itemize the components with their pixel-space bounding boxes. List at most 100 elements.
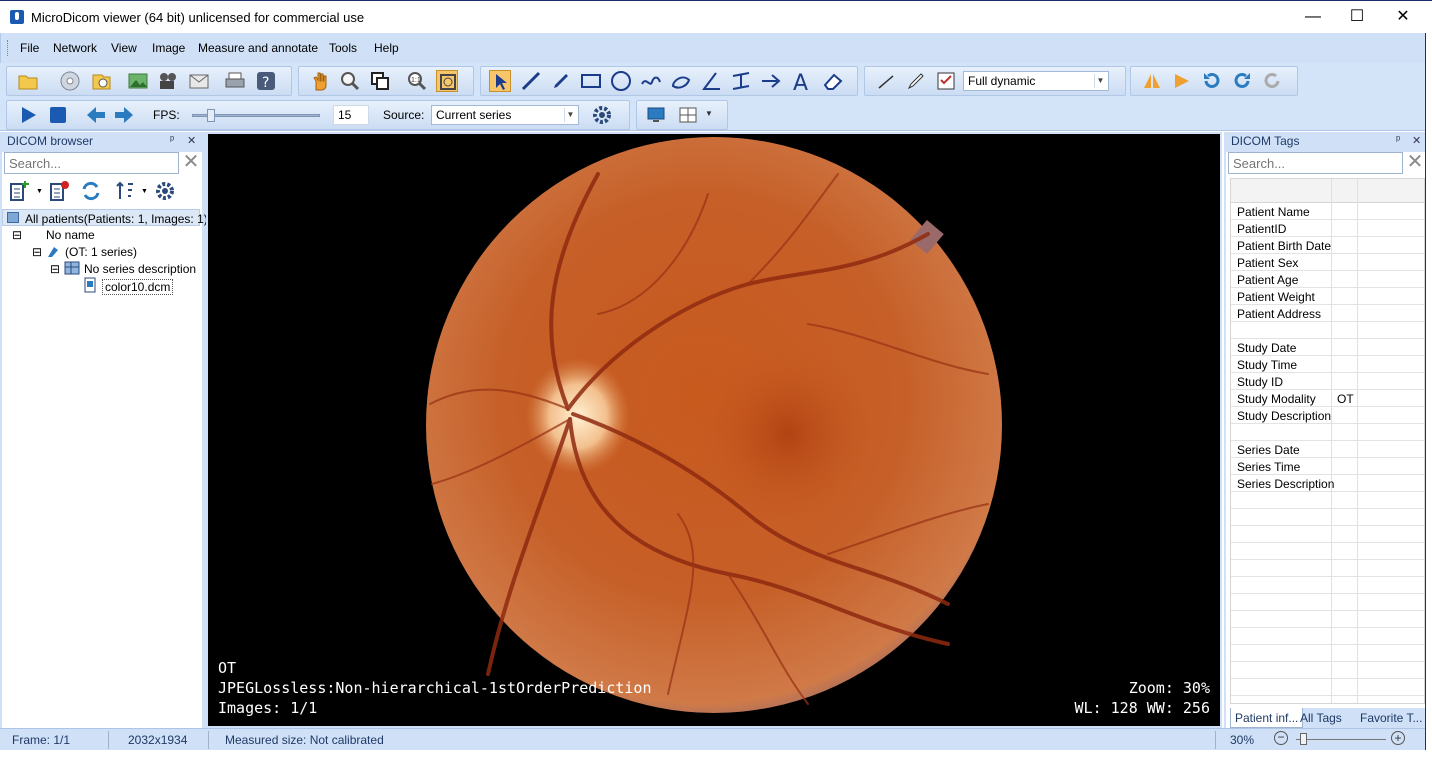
- tag-row[interactable]: Study Date: [1231, 339, 1424, 356]
- layout-grid-icon[interactable]: [677, 104, 699, 126]
- tag-row[interactable]: [1231, 322, 1424, 339]
- source-select[interactable]: Current series ▼: [431, 105, 579, 125]
- arrow-icon[interactable]: [760, 70, 782, 92]
- tree-patient-label[interactable]: No name: [46, 228, 95, 242]
- tag-row[interactable]: [1231, 424, 1424, 441]
- ruler-line-icon[interactable]: [520, 70, 542, 92]
- export-movie-icon[interactable]: [157, 70, 179, 92]
- browse-icon[interactable]: [90, 70, 112, 92]
- close-panel-icon[interactable]: ✕: [1412, 134, 1421, 147]
- flip-vertical-icon[interactable]: [1171, 70, 1193, 92]
- open-folder-icon[interactable]: [17, 70, 39, 92]
- reset-rotation-icon[interactable]: [1261, 70, 1283, 92]
- menu-help[interactable]: Help: [374, 41, 399, 55]
- tab-favorite-tags[interactable]: Favorite T...: [1356, 708, 1426, 728]
- zoom-slider-thumb[interactable]: [1300, 733, 1307, 745]
- zoom-1to1-icon[interactable]: 1:1: [406, 70, 428, 92]
- tree-study-label[interactable]: (OT: 1 series): [65, 245, 137, 259]
- menu-measure-annotate[interactable]: Measure and annotate: [198, 41, 318, 55]
- chevron-down-icon[interactable]: ▼: [36, 188, 43, 195]
- presets-icon[interactable]: [935, 70, 957, 92]
- angle-icon[interactable]: [700, 70, 722, 92]
- sharpen-icon[interactable]: [875, 70, 897, 92]
- tab-patient-info[interactable]: Patient inf...: [1230, 708, 1304, 728]
- text-icon[interactable]: A: [790, 70, 812, 92]
- minimize-button[interactable]: —: [1290, 1, 1336, 33]
- pin-icon[interactable]: ᵖ: [170, 134, 174, 146]
- flip-horizontal-icon[interactable]: [1141, 70, 1163, 92]
- tree-expander-patient[interactable]: ⊟: [12, 228, 22, 242]
- settings-gear-icon[interactable]: [591, 104, 613, 126]
- cd-icon[interactable]: [59, 70, 81, 92]
- print-icon[interactable]: [224, 70, 246, 92]
- freehand-icon[interactable]: [640, 70, 662, 92]
- zoom-out-icon[interactable]: −: [1274, 731, 1288, 745]
- sort-icon[interactable]: [114, 180, 136, 202]
- menu-network[interactable]: Network: [53, 41, 97, 55]
- tab-all-tags[interactable]: All Tags: [1296, 708, 1346, 728]
- pencil-icon[interactable]: [905, 70, 927, 92]
- fps-input[interactable]: 15: [333, 105, 369, 125]
- previous-image-icon[interactable]: [85, 104, 107, 126]
- stop-icon[interactable]: [47, 104, 69, 126]
- zoom-in-icon[interactable]: +: [1391, 731, 1405, 745]
- fit-window-icon[interactable]: [436, 70, 458, 92]
- chevron-down-icon[interactable]: ▼: [705, 109, 713, 118]
- send-email-icon[interactable]: [188, 70, 210, 92]
- menu-image[interactable]: Image: [152, 41, 185, 55]
- export-image-icon[interactable]: [127, 70, 149, 92]
- pin-icon[interactable]: ᵖ: [1396, 134, 1400, 146]
- chevron-down-icon[interactable]: ▼: [141, 188, 148, 195]
- pan-hand-icon[interactable]: [309, 70, 331, 92]
- tag-row[interactable]: Study Description: [1231, 407, 1424, 424]
- zoom-slider[interactable]: [1296, 733, 1386, 745]
- polygon-icon[interactable]: [670, 70, 692, 92]
- tree-expander-series[interactable]: ⊟: [50, 262, 60, 276]
- tags-search-input[interactable]: [1228, 152, 1403, 174]
- tree-root-row[interactable]: All patients(Patients: 1, Images: 1): [2, 209, 208, 226]
- menu-view[interactable]: View: [111, 41, 137, 55]
- tag-row[interactable]: Patient Birth Date: [1231, 237, 1424, 254]
- close-panel-icon[interactable]: ✕: [187, 134, 196, 147]
- fps-slider[interactable]: [192, 109, 320, 122]
- window-level-preset-select[interactable]: Full dynamic ▼: [963, 71, 1109, 91]
- tag-row[interactable]: Patient Sex: [1231, 254, 1424, 271]
- monitor-icon[interactable]: [645, 104, 667, 126]
- add-to-list-icon[interactable]: [8, 180, 30, 202]
- tree-file-label[interactable]: color10.dcm: [102, 279, 174, 295]
- tag-row[interactable]: Series Date: [1231, 441, 1424, 458]
- ellipse-icon[interactable]: [610, 70, 632, 92]
- fps-slider-thumb[interactable]: [207, 109, 215, 122]
- tag-row[interactable]: Series Description: [1231, 475, 1424, 492]
- window-level-icon[interactable]: [369, 70, 391, 92]
- tag-row[interactable]: Patient Weight: [1231, 288, 1424, 305]
- cobb-angle-icon[interactable]: [730, 70, 752, 92]
- menu-file[interactable]: File: [20, 41, 39, 55]
- tag-row[interactable]: Study Modality OT: [1231, 390, 1424, 407]
- tag-row[interactable]: Patient Age: [1231, 271, 1424, 288]
- tree-expander-study[interactable]: ⊟: [32, 245, 42, 259]
- tag-row[interactable]: Patient Address: [1231, 305, 1424, 322]
- rotate-left-icon[interactable]: [1201, 70, 1223, 92]
- rectangle-icon[interactable]: [580, 70, 602, 92]
- rotate-right-icon[interactable]: [1231, 70, 1253, 92]
- tag-row[interactable]: Series Time: [1231, 458, 1424, 475]
- tag-row[interactable]: PatientID: [1231, 220, 1424, 237]
- play-icon[interactable]: [17, 104, 39, 126]
- next-image-icon[interactable]: [113, 104, 135, 126]
- tree-series-label[interactable]: No series description: [84, 262, 196, 276]
- pen-icon[interactable]: [550, 70, 572, 92]
- help-icon[interactable]: ?: [255, 70, 277, 92]
- image-viewport[interactable]: OT JPEGLossless:Non-hierarchical-1stOrde…: [206, 132, 1222, 728]
- eraser-icon[interactable]: [822, 70, 844, 92]
- tag-row[interactable]: Patient Name: [1231, 203, 1424, 220]
- tag-row[interactable]: Study Time: [1231, 356, 1424, 373]
- browser-search-input[interactable]: [4, 152, 179, 174]
- menu-tools[interactable]: Tools: [329, 41, 357, 55]
- close-button[interactable]: ✕: [1380, 1, 1426, 33]
- zoom-tool-icon[interactable]: [339, 70, 361, 92]
- remove-from-list-icon[interactable]: [48, 180, 70, 202]
- clear-search-icon[interactable]: ✕: [180, 152, 202, 174]
- clear-search-icon[interactable]: ✕: [1404, 152, 1426, 174]
- browser-settings-gear-icon[interactable]: [154, 180, 176, 202]
